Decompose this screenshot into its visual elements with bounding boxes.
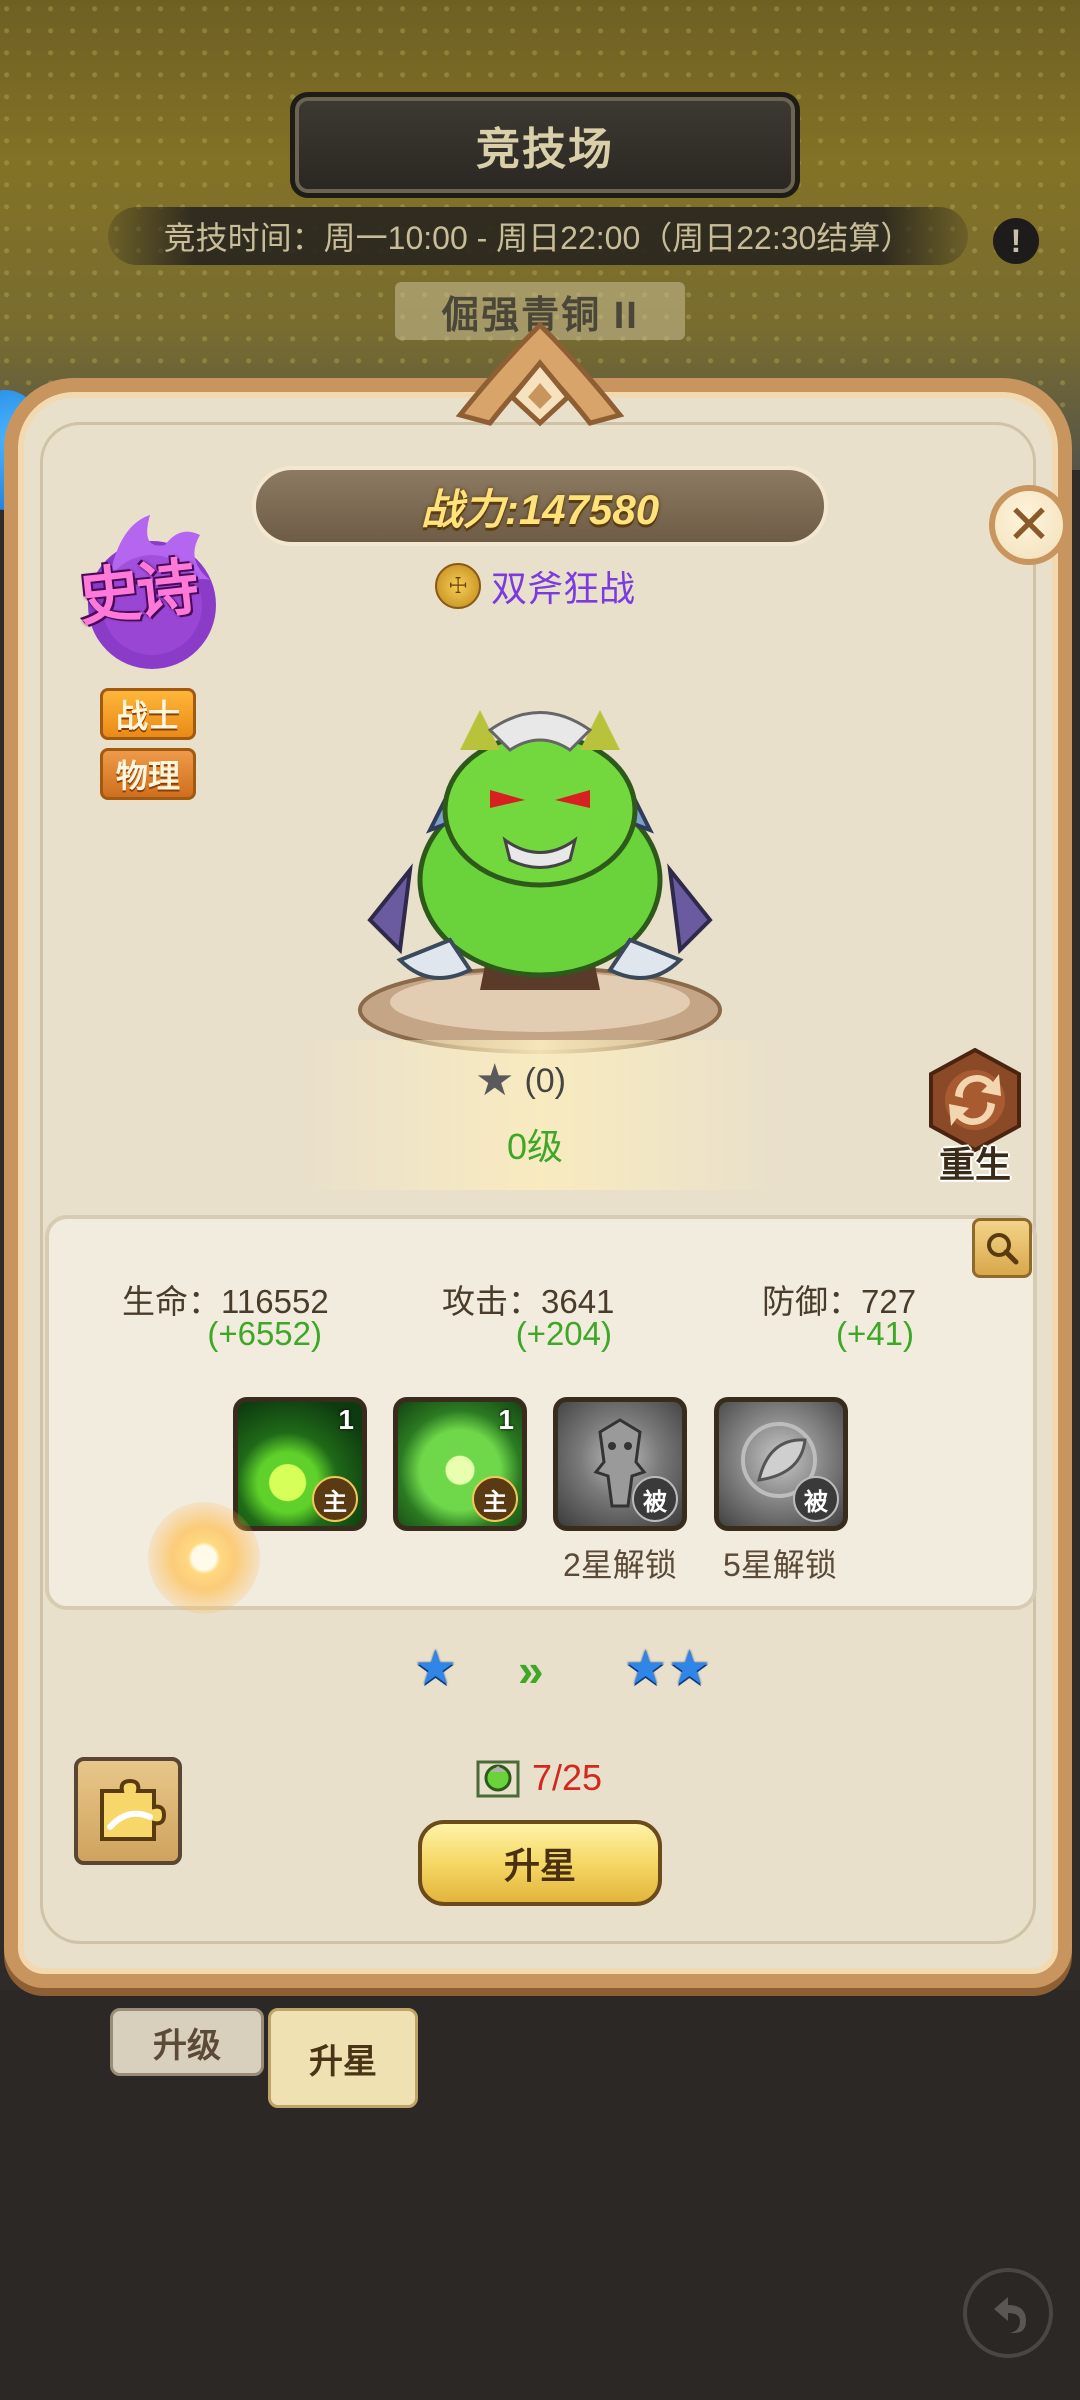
back-icon: [994, 2297, 1026, 2333]
rebirth-label: 重生: [938, 1144, 1011, 1185]
magnify-icon: [987, 1233, 1019, 1265]
skill-level: 1: [338, 1404, 354, 1435]
panel-crest-ornament: [455, 321, 625, 427]
combat-power-bar: 战力:147580: [252, 466, 828, 546]
class-tag: 战士: [100, 688, 196, 740]
attack-bonus: (+204): [515, 1315, 612, 1352]
hero-name-row: ☩ 双斧狂战: [435, 560, 695, 612]
passive-skill-badge: 被: [632, 1476, 678, 1522]
grey-star-icon: ★: [475, 1056, 515, 1105]
hero-shard-source-button[interactable]: [74, 1757, 182, 1865]
arena-time-bar: 竞技时间：周一10:00 - 周日22:00（周日22:30结算）: [108, 207, 968, 265]
arena-time-text: 竞技时间：周一10:00 - 周日22:00（周日22:30结算）: [163, 220, 913, 256]
current-star-icon: ★: [414, 1642, 458, 1695]
active-skill-badge: 主: [312, 1476, 358, 1522]
hero-shard-icon: [476, 1760, 520, 1798]
skill-slot-2[interactable]: 1 主: [393, 1397, 527, 1531]
defense-bonus: (+41): [836, 1315, 914, 1352]
hero-level: 0级: [506, 1126, 564, 1167]
upgrade-star-button[interactable]: 升星: [418, 1820, 662, 1906]
tab-star-up[interactable]: 升星: [268, 2008, 418, 2108]
next-star-icon: ★: [668, 1642, 712, 1695]
back-button[interactable]: [963, 2268, 1053, 2358]
passive-skill-badge: 被: [793, 1476, 839, 1522]
damage-type-tag: 物理: [100, 748, 196, 800]
rebirth-button[interactable]: 重生: [915, 1048, 1035, 1185]
hero-name: 双斧狂战: [491, 568, 636, 609]
active-skill-badge: 主: [472, 1476, 518, 1522]
next-star-icon: ★: [624, 1642, 668, 1695]
skill-unlock-requirement: 5星解锁: [723, 1547, 837, 1583]
double-arrow-icon: »: [518, 1644, 543, 1696]
arena-title: 竞技场: [476, 125, 614, 174]
hero-faction-icon: ☩: [435, 563, 481, 609]
skill-slot-3-locked[interactable]: 被: [553, 1397, 687, 1531]
stats-detail-button[interactable]: [972, 1218, 1032, 1278]
combat-power-text: 战力:147580: [420, 485, 660, 533]
skill-slot-4-locked[interactable]: 被: [714, 1397, 848, 1531]
puzzle-icon: [100, 1778, 167, 1841]
skill-slot-1[interactable]: 1 主: [233, 1397, 367, 1531]
tab-upgrade[interactable]: 升级: [110, 2008, 264, 2076]
rarity-label: 史诗: [75, 552, 199, 634]
close-button[interactable]: ✕: [989, 485, 1069, 565]
hero-portrait: [358, 710, 722, 1054]
hp-bonus: (+6552): [207, 1315, 322, 1352]
star-upgrade-preview: ★ » ★ ★: [400, 1645, 730, 1705]
star-level-row: ★ (0): [475, 1055, 615, 1107]
skill-unlock-requirement: 2星解锁: [563, 1547, 677, 1583]
hero-shard-counter: 7/25: [472, 1750, 652, 1806]
star-count: (0): [524, 1061, 567, 1100]
close-icon: ✕: [1006, 495, 1052, 555]
info-icon[interactable]: !: [993, 218, 1039, 264]
skill-level: 1: [498, 1404, 514, 1435]
shard-count: 7/25: [532, 1757, 603, 1798]
floating-glow-orb[interactable]: [148, 1502, 260, 1614]
arena-title-plate: 竞技场: [290, 92, 800, 198]
